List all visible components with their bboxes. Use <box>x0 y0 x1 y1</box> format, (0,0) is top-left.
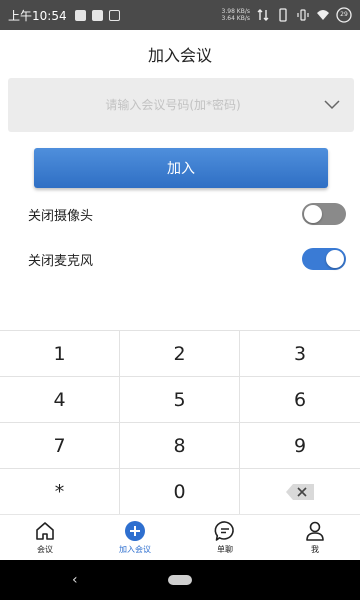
key-0[interactable]: 0 <box>120 469 240 515</box>
phone-notification-icon <box>108 9 120 21</box>
switch-knob <box>304 205 322 223</box>
camera-toggle-label: 关闭摄像头 <box>28 208 94 224</box>
dial-keypad: 1 2 3 4 5 6 7 8 9 * 0 <box>0 330 360 515</box>
home-icon <box>36 522 54 540</box>
mic-toggle-label: 关闭麦克风 <box>28 253 94 269</box>
status-time: 上午10:54 <box>8 8 67 23</box>
key-5[interactable]: 5 <box>120 377 240 423</box>
nav-join-meeting-label: 加入会议 <box>119 545 151 554</box>
vibrate-icon <box>297 9 309 21</box>
status-bar: 上午10:54 3.98 KB/s 3.64 KB/s 29 <box>0 0 360 30</box>
nav-meetings-label: 会议 <box>37 545 53 554</box>
camera-off-switch[interactable] <box>302 203 346 225</box>
key-1[interactable]: 1 <box>0 331 120 377</box>
network-speed: 3.98 KB/s 3.64 KB/s <box>222 8 250 22</box>
key-7[interactable]: 7 <box>0 423 120 469</box>
meeting-number-field <box>8 78 354 132</box>
key-star[interactable]: * <box>0 469 120 515</box>
page-title: 加入会议 <box>147 46 212 65</box>
phone-status-icon <box>279 8 287 22</box>
switch-knob <box>326 250 344 268</box>
key-8[interactable]: 8 <box>120 423 240 469</box>
key-9[interactable]: 9 <box>240 423 360 469</box>
history-dropdown-button[interactable] <box>310 78 354 132</box>
battery-level: 29 <box>340 11 348 18</box>
user-icon <box>306 521 324 541</box>
nav-chat-label: 单聊 <box>217 545 233 554</box>
mic-off-switch[interactable] <box>302 248 346 270</box>
backspace-key[interactable] <box>240 469 360 515</box>
system-nav-bar: ‹ <box>0 560 360 600</box>
camera-toggle-row: 关闭摄像头 <box>28 199 346 229</box>
data-transfer-icon <box>257 9 269 21</box>
key-3[interactable]: 3 <box>240 331 360 377</box>
key-6[interactable]: 6 <box>240 377 360 423</box>
home-pill-button[interactable] <box>168 575 192 585</box>
key-4[interactable]: 4 <box>0 377 120 423</box>
nav-me[interactable]: 我 <box>270 515 360 560</box>
net-speed-up: 3.98 KB/s <box>221 8 250 15</box>
back-icon[interactable]: ‹ <box>72 572 78 588</box>
join-button[interactable]: 加入 <box>34 148 328 188</box>
battery-icon: 29 <box>336 7 352 23</box>
nav-me-label: 我 <box>311 545 319 554</box>
nav-meetings[interactable]: 会议 <box>0 515 90 560</box>
net-speed-down: 3.64 KB/s <box>221 15 250 22</box>
app-notification-icon <box>91 9 103 21</box>
add-circle-icon <box>125 521 145 541</box>
chat-icon <box>214 521 234 541</box>
meeting-number-input[interactable] <box>8 78 310 132</box>
key-2[interactable]: 2 <box>120 331 240 377</box>
chevron-down-icon <box>324 100 340 110</box>
nav-chat[interactable]: 单聊 <box>180 515 270 560</box>
image-notification-icon <box>74 9 86 21</box>
bottom-nav: 会议 加入会议 单聊 我 <box>0 514 360 560</box>
nav-join-meeting[interactable]: 加入会议 <box>90 515 180 560</box>
mic-toggle-row: 关闭麦克风 <box>28 244 346 274</box>
status-right-group: 3.98 KB/s 3.64 KB/s 29 <box>222 7 352 23</box>
backspace-icon <box>286 483 314 500</box>
wifi-icon <box>317 10 329 20</box>
